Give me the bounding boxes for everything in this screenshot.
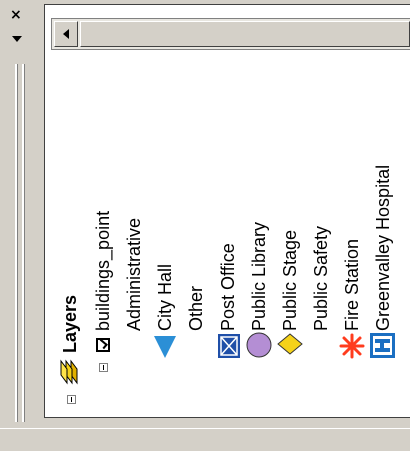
- panel-bottom-strip: [0, 428, 410, 451]
- legend-heading-administrative: Administrative: [124, 217, 144, 331]
- asterisk-icon: [339, 333, 365, 359]
- legend-label-city-hall: City Hall: [155, 263, 175, 331]
- layer-visibility-checkbox[interactable]: [96, 338, 110, 352]
- pin-dropdown-icon[interactable]: [12, 36, 22, 42]
- dock-titlebar: ×: [0, 0, 42, 450]
- legend-heading-other: Other: [186, 285, 206, 331]
- circle-icon: [246, 332, 272, 358]
- close-icon[interactable]: ×: [10, 8, 22, 22]
- layers-root-label[interactable]: Layers: [60, 295, 80, 353]
- hospital-icon: [370, 333, 395, 358]
- legend-label-post-office: Post Office: [218, 243, 238, 331]
- legend-label-greenvalley-hospital: Greenvalley Hospital: [373, 164, 393, 331]
- layer-name[interactable]: buildings_point: [93, 211, 113, 331]
- legend-heading-public-safety: Public Safety: [311, 225, 331, 331]
- scroll-thumb[interactable]: [80, 21, 410, 47]
- legend-label-fire-station: Fire Station: [342, 238, 362, 331]
- dock-grip-line[interactable]: [22, 64, 25, 422]
- dock-grip-line[interactable]: [15, 64, 18, 422]
- horizontal-scrollbar[interactable]: [51, 18, 410, 50]
- post-office-icon: [218, 334, 240, 358]
- layers-icon: [60, 359, 78, 385]
- table-of-contents-panel: Layers buildings_point Administrative Ci…: [44, 4, 410, 418]
- triangle-icon: [154, 336, 176, 358]
- collapse-layers-toggle[interactable]: [67, 395, 76, 404]
- collapse-layer-toggle[interactable]: [99, 363, 108, 372]
- legend-label-public-library: Public Library: [249, 221, 269, 331]
- scroll-left-arrow-icon: [63, 29, 69, 39]
- scroll-left-button[interactable]: [54, 21, 78, 47]
- legend-label-public-stage: Public Stage: [280, 229, 300, 331]
- toc-tree: Layers buildings_point Administrative Ci…: [51, 55, 410, 415]
- diamond-icon: [277, 333, 303, 355]
